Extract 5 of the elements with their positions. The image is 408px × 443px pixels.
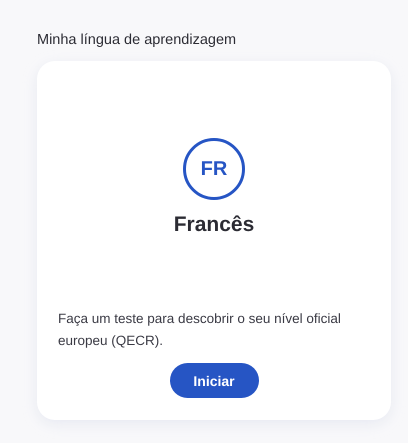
start-button[interactable]: Iniciar bbox=[170, 363, 258, 398]
language-name: Francês bbox=[174, 212, 254, 238]
section-title: Minha língua de aprendizagem bbox=[37, 31, 236, 49]
description-text: Faça um teste para descobrir o seu nível oficial europeu (QECR). bbox=[58, 310, 342, 350]
language-code-badge: FR bbox=[183, 138, 245, 200]
